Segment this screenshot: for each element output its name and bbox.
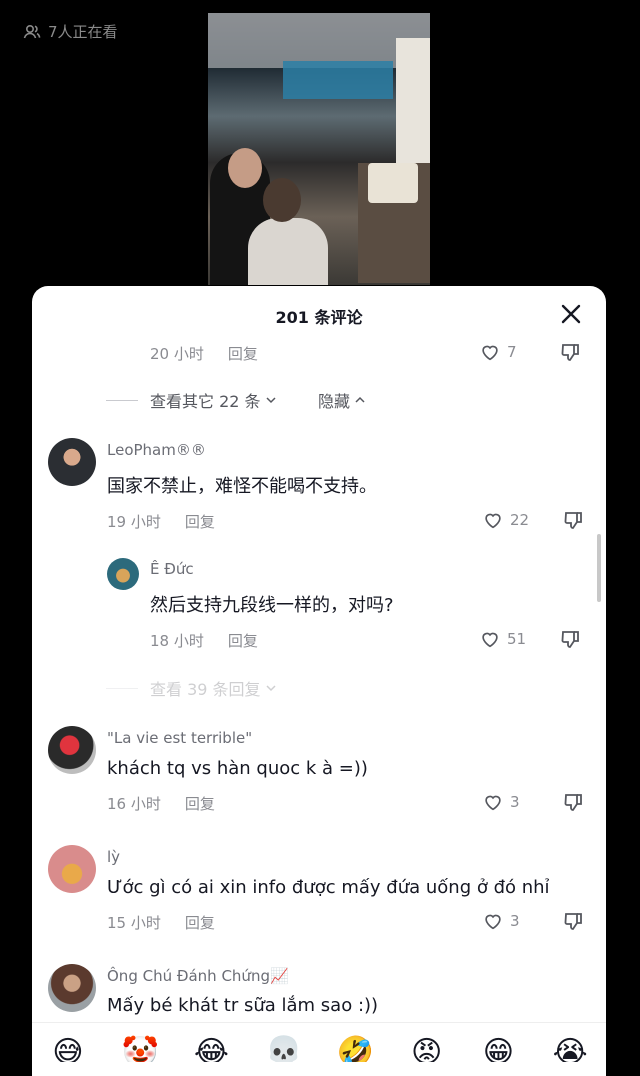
comment-time: 15 小时: [107, 914, 161, 932]
close-icon[interactable]: [559, 302, 583, 326]
reply-button[interactable]: 回复: [185, 912, 215, 933]
reply-button[interactable]: 回复: [185, 793, 215, 814]
like-count: 22: [510, 511, 530, 529]
hide-label: 隐藏: [318, 392, 351, 411]
dislike-icon[interactable]: [559, 627, 583, 651]
emoji-rofl[interactable]: 🤣: [337, 1035, 374, 1062]
chevron-up-icon: [355, 396, 365, 403]
emoji-joy[interactable]: 😂: [193, 1035, 229, 1062]
dislike-icon[interactable]: [562, 790, 586, 814]
like-button[interactable]: 51: [479, 628, 526, 650]
avatar[interactable]: [107, 558, 139, 590]
emoji-grin[interactable]: 😁: [480, 1035, 516, 1062]
emoji-bar: 😅 🤡 😂 💀 🤣 😡 😁 😭: [32, 1022, 606, 1062]
like-button[interactable]: 3: [482, 910, 520, 932]
view-more-label: 查看 39 条回复: [150, 680, 261, 699]
comment-time: 16 小时: [107, 795, 161, 813]
comment-meta: 18 小时 回复: [150, 630, 258, 651]
heart-icon: [482, 632, 498, 648]
chevron-down-icon: [266, 397, 276, 404]
video-preview[interactable]: [208, 13, 430, 285]
emoji-sob[interactable]: 😭: [552, 1035, 588, 1062]
comment-username[interactable]: "La vie est terrible": [107, 729, 252, 747]
comment-text: 国家不禁止，难怪不能喝不支持。: [107, 476, 377, 497]
comment-username[interactable]: lỳ: [107, 848, 120, 866]
comment-username[interactable]: Ông Chú Đánh Chứng📈: [107, 967, 289, 985]
comment-text: Mấy bé khát tr sữa lắm sao :)): [107, 995, 379, 1016]
comment-text: khách tq vs hàn quoc k à =)): [107, 758, 368, 779]
heart-icon: [485, 914, 501, 930]
viewers-icon: [23, 24, 41, 38]
emoji-angry[interactable]: 😡: [409, 1035, 445, 1062]
heart-icon: [485, 795, 501, 811]
dislike-icon[interactable]: [559, 340, 583, 364]
reply-button[interactable]: 回复: [228, 343, 258, 364]
chevron-down-icon: [266, 685, 276, 692]
comments-sheet: 201 条评论 20 小时 回复 7 查看其它 22 条 隐藏 LeoPham®…: [32, 286, 606, 1076]
comment-text: 然后支持九段线一样的，对吗?: [150, 595, 394, 616]
dislike-icon[interactable]: [562, 508, 586, 532]
viewer-count: 7人正在看: [22, 21, 118, 42]
comment-meta: 19 小时 回复: [107, 511, 215, 532]
emoji-skull[interactable]: 💀: [265, 1035, 302, 1062]
comment-meta: 16 小时 回复: [107, 793, 215, 814]
comment-time: 18 小时: [150, 632, 204, 650]
view-more-replies[interactable]: 查看 39 条回复: [106, 676, 277, 700]
comment-meta: 15 小时 回复: [107, 912, 215, 933]
comments-title: 201 条评论: [275, 308, 363, 327]
like-button[interactable]: 7: [479, 341, 517, 363]
hide-replies[interactable]: 隐藏: [318, 388, 366, 412]
comment-username[interactable]: LeoPham®®: [107, 441, 206, 459]
like-count: 3: [510, 912, 520, 930]
comment-username[interactable]: Ê Đức: [150, 560, 194, 578]
emoji-sweat-smile[interactable]: 😅: [50, 1035, 86, 1062]
scrollbar[interactable]: [597, 534, 601, 602]
avatar[interactable]: [48, 845, 96, 893]
like-count: 51: [507, 630, 527, 648]
like-count: 3: [510, 793, 520, 811]
emoji-clown[interactable]: 🤡: [122, 1035, 159, 1062]
view-more-label: 查看其它 22 条: [150, 392, 261, 411]
heart-icon: [482, 345, 498, 361]
like-button[interactable]: 3: [482, 791, 520, 813]
comment-text: Ước gì có ai xin info được mấy đứa uống …: [107, 877, 550, 898]
comment-time: 20 小时: [150, 345, 204, 363]
avatar[interactable]: [48, 438, 96, 486]
comment-time: 19 小时: [107, 513, 161, 531]
reply-button[interactable]: 回复: [185, 511, 215, 532]
avatar[interactable]: [48, 964, 96, 1012]
view-more-replies[interactable]: 查看其它 22 条: [106, 388, 277, 412]
heart-icon: [485, 513, 501, 529]
avatar[interactable]: [48, 726, 96, 774]
comment-meta: 20 小时 回复: [150, 343, 258, 364]
like-count: 7: [507, 343, 517, 361]
viewer-count-label: 7人正在看: [48, 23, 118, 41]
dislike-icon[interactable]: [562, 909, 586, 933]
reply-button[interactable]: 回复: [228, 630, 258, 651]
like-button[interactable]: 22: [482, 509, 529, 531]
